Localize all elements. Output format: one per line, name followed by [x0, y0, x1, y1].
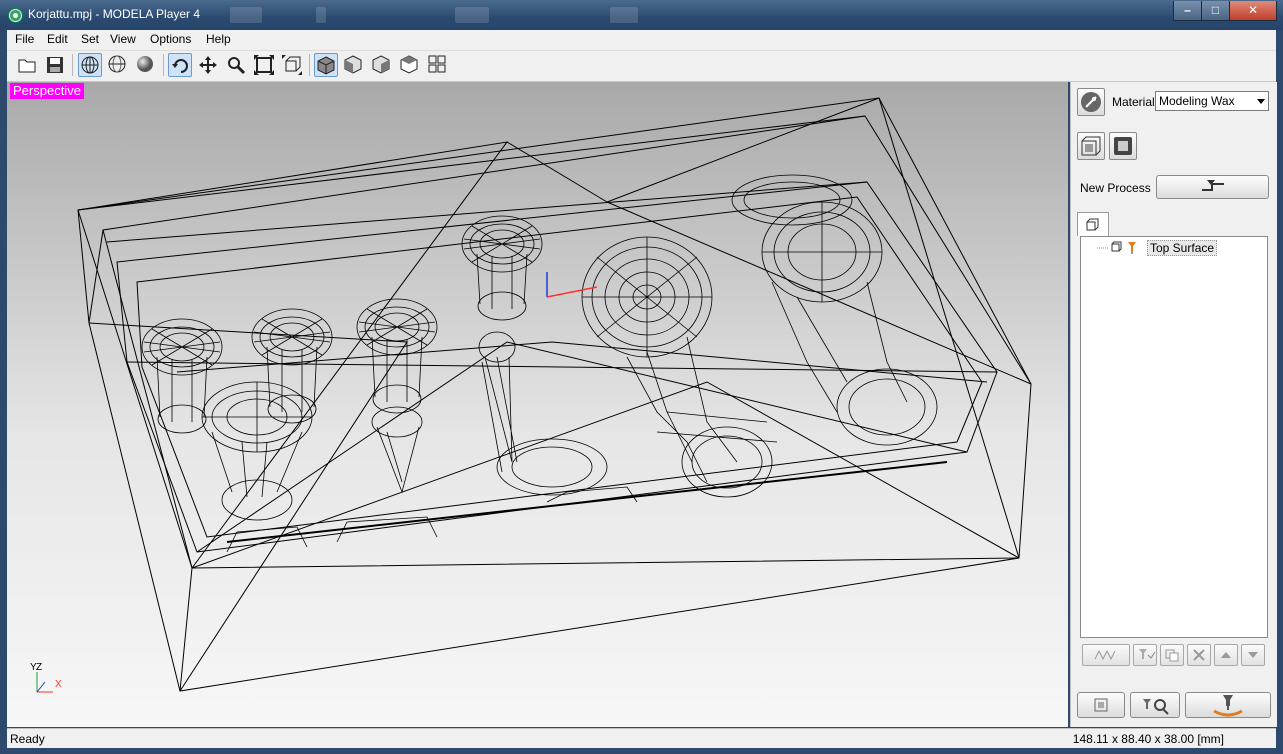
- toolbar: [7, 51, 1276, 82]
- status-bar: Ready 148.11 x 88.40 x 38.00 [mm]: [7, 728, 1276, 748]
- multi-view-icon[interactable]: [426, 53, 450, 77]
- model-size-button[interactable]: [1077, 132, 1105, 160]
- menu-options[interactable]: Options: [150, 32, 191, 46]
- model-dimensions: 148.11 x 88.40 x 38.00 [mm]: [1072, 732, 1224, 746]
- left-view-icon[interactable]: [398, 53, 422, 77]
- tree-item-top-surface[interactable]: Top Surface: [1147, 240, 1218, 256]
- new-process-label: New Process: [1080, 181, 1151, 195]
- front-view-icon[interactable]: [342, 53, 366, 77]
- material-button[interactable]: [1077, 88, 1105, 116]
- perspective-label: Perspective: [10, 83, 84, 99]
- rotate-view-icon[interactable]: [168, 53, 192, 77]
- window-title: Korjattu.mpj - MODELA Player 4: [28, 7, 201, 21]
- fit-view-icon[interactable]: [252, 53, 276, 77]
- delete-process-button[interactable]: [1187, 644, 1211, 666]
- menu-help[interactable]: Help: [206, 32, 231, 46]
- iso-view-icon[interactable]: [314, 53, 338, 77]
- process-tree-tab[interactable]: [1077, 212, 1109, 236]
- material-select-value: Modeling Wax: [1159, 94, 1235, 108]
- save-disk-icon[interactable]: [43, 53, 67, 77]
- menu-edit[interactable]: Edit: [47, 32, 68, 46]
- hidden-line-globe-icon[interactable]: [106, 53, 130, 77]
- right-view-icon[interactable]: [370, 53, 394, 77]
- process-panel: Material Modeling Wax New Process Top Su…: [1070, 82, 1277, 727]
- taskbar-thumb: [610, 7, 638, 23]
- taskbar-thumb: [230, 7, 262, 23]
- title-bar: Korjattu.mpj - MODELA Player 4 – □ ✕: [0, 0, 1283, 30]
- zoom-view-icon[interactable]: [224, 53, 248, 77]
- new-process-button[interactable]: [1156, 175, 1269, 199]
- copy-process-button[interactable]: [1160, 644, 1184, 666]
- move-up-button[interactable]: [1214, 644, 1238, 666]
- wireframe-globe-icon[interactable]: [78, 53, 102, 77]
- status-text: Ready: [10, 732, 45, 746]
- axis-z-label: Z: [36, 662, 43, 673]
- app-icon: [8, 8, 23, 23]
- 3d-viewport[interactable]: Perspective Y Z X: [7, 82, 1068, 727]
- tool-path-preview-button[interactable]: [1082, 644, 1130, 666]
- process-tree[interactable]: Top Surface: [1080, 236, 1268, 638]
- preview-cutting-button[interactable]: [1130, 692, 1180, 718]
- move-down-button[interactable]: [1241, 644, 1265, 666]
- close-button[interactable]: ✕: [1229, 1, 1277, 21]
- properties-button[interactable]: [1077, 692, 1125, 718]
- taskbar-thumb: [455, 7, 489, 23]
- menu-view[interactable]: View: [110, 32, 136, 46]
- menu-set[interactable]: Set: [81, 32, 99, 46]
- edit-process-button[interactable]: [1133, 644, 1157, 666]
- taskbar-thumb: [316, 7, 326, 23]
- minimize-button[interactable]: –: [1173, 1, 1202, 21]
- open-folder-icon[interactable]: [15, 53, 39, 77]
- shaded-sphere-icon[interactable]: [134, 53, 158, 77]
- chevron-down-icon: [1257, 99, 1265, 104]
- fit-model-icon[interactable]: [280, 53, 304, 77]
- menu-bar: File Edit Set View Options Help: [7, 30, 1276, 51]
- axis-x-label: X: [55, 679, 62, 690]
- pan-view-icon[interactable]: [196, 53, 220, 77]
- wireframe-model: [36, 97, 1032, 693]
- axis-indicator: [36, 672, 53, 693]
- menu-file[interactable]: File: [15, 32, 34, 46]
- maximize-button[interactable]: □: [1201, 1, 1230, 21]
- origin-button[interactable]: [1109, 132, 1137, 160]
- material-select[interactable]: Modeling Wax: [1155, 91, 1269, 111]
- material-label: Material: [1112, 95, 1155, 109]
- cut-button[interactable]: [1185, 692, 1271, 718]
